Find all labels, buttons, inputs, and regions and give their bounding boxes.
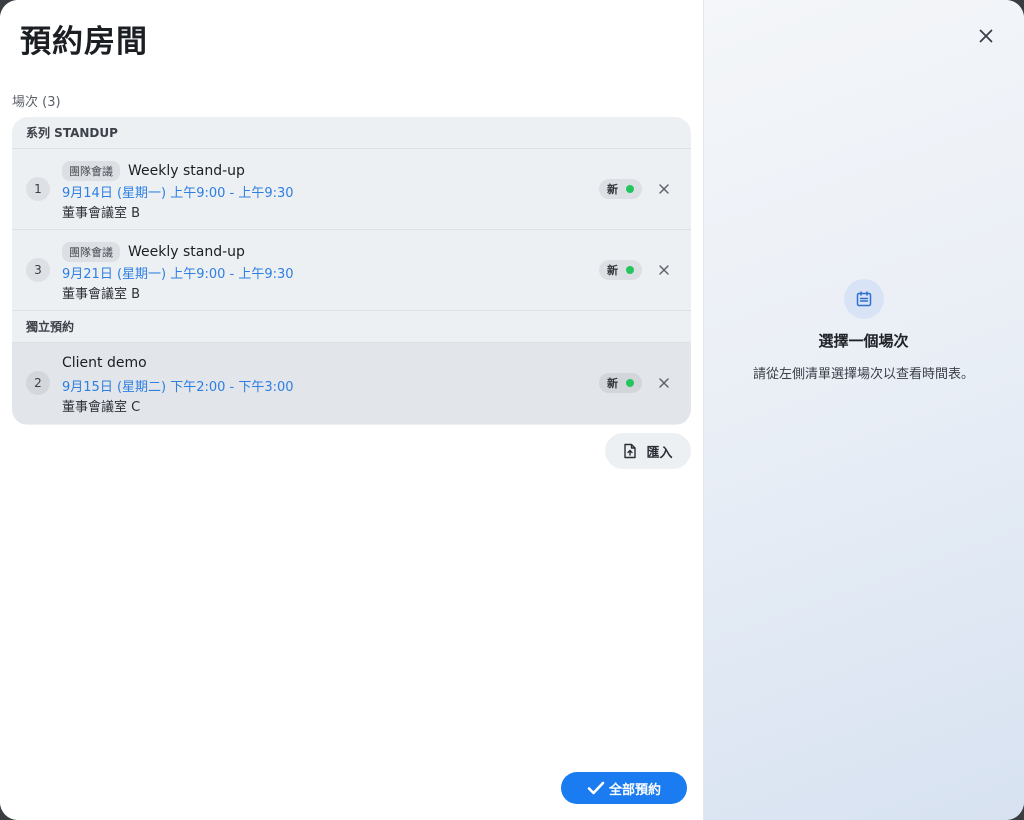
file-upload-icon <box>624 443 637 459</box>
status-badge: 新 <box>599 373 642 393</box>
status-badge: 新 <box>599 260 642 280</box>
occurrence-heading: 團隊會議 Weekly stand-up <box>62 161 245 181</box>
occurrence-heading: 團隊會議 Weekly stand-up <box>62 242 245 262</box>
empty-state-title: 選擇一個場次 <box>818 332 909 350</box>
event-title: Weekly stand-up <box>128 163 245 179</box>
event-room: 董事會議室 B <box>62 287 141 302</box>
event-time: 9月21日 (星期一) 上午9:00 - 上午9:30 <box>62 267 294 282</box>
group-header-standalone: 獨立預約 <box>12 311 691 343</box>
occurrence-number: 3 <box>26 258 50 282</box>
booking-modal: 預約房間 場次 (3) 系列 STANDUP 1 團隊會議 Weekly sta… <box>0 0 1024 820</box>
occurrence-row[interactable]: 2 Client demo 9月15日 (星期二) 下午2:00 - 下午3:0… <box>12 343 691 424</box>
book-all-button[interactable]: 全部預約 <box>561 772 687 804</box>
book-all-label: 全部預約 <box>608 782 661 798</box>
close-icon <box>979 29 993 43</box>
status-text: 新 <box>607 183 618 196</box>
occurrence-row[interactable]: 3 團隊會議 Weekly stand-up 9月21日 (星期一) 上午9:0… <box>12 230 691 311</box>
schedule-detail-panel <box>703 0 1024 820</box>
status-text: 新 <box>607 264 618 277</box>
event-room: 董事會議室 B <box>62 206 141 221</box>
group-header-series: 系列 STANDUP <box>12 117 691 149</box>
status-dot <box>626 379 634 387</box>
import-label: 匯入 <box>646 445 673 461</box>
close-icon <box>659 265 669 275</box>
remove-occurrence-button[interactable] <box>656 375 672 391</box>
empty-state-icon-wrap <box>844 279 884 319</box>
close-button[interactable] <box>976 26 996 46</box>
category-tag: 團隊會議 <box>62 161 120 181</box>
calendar-icon <box>856 291 872 307</box>
event-time: 9月15日 (星期二) 下午2:00 - 下午3:00 <box>62 380 294 395</box>
occurrence-heading: Client demo <box>62 355 147 371</box>
event-title: Weekly stand-up <box>128 244 245 260</box>
status-dot <box>626 266 634 274</box>
event-room: 董事會議室 C <box>62 400 141 415</box>
import-button[interactable]: 匯入 <box>605 433 691 469</box>
occurrence-number: 1 <box>26 177 50 201</box>
occurrence-panel: 預約房間 場次 (3) 系列 STANDUP 1 團隊會議 Weekly sta… <box>0 0 703 820</box>
remove-occurrence-button[interactable] <box>656 181 672 197</box>
occurrence-row[interactable]: 1 團隊會議 Weekly stand-up 9月14日 (星期一) 上午9:0… <box>12 149 691 230</box>
occurrence-count-label: 場次 (3) <box>12 95 61 110</box>
event-title: Client demo <box>62 355 147 371</box>
close-icon <box>659 378 669 388</box>
status-badge: 新 <box>599 179 642 199</box>
status-dot <box>626 185 634 193</box>
occurrence-list: 系列 STANDUP 1 團隊會議 Weekly stand-up 9月14日 … <box>12 117 691 425</box>
category-tag: 團隊會議 <box>62 242 120 262</box>
empty-state-subtitle: 請從左側清單選擇場次以查看時間表。 <box>752 367 974 382</box>
checkmark-icon <box>587 781 605 795</box>
status-text: 新 <box>607 377 618 390</box>
event-time: 9月14日 (星期一) 上午9:00 - 上午9:30 <box>62 186 294 201</box>
page-title: 預約房間 <box>20 24 148 60</box>
close-icon <box>659 184 669 194</box>
occurrence-number: 2 <box>26 371 50 395</box>
remove-occurrence-button[interactable] <box>656 262 672 278</box>
